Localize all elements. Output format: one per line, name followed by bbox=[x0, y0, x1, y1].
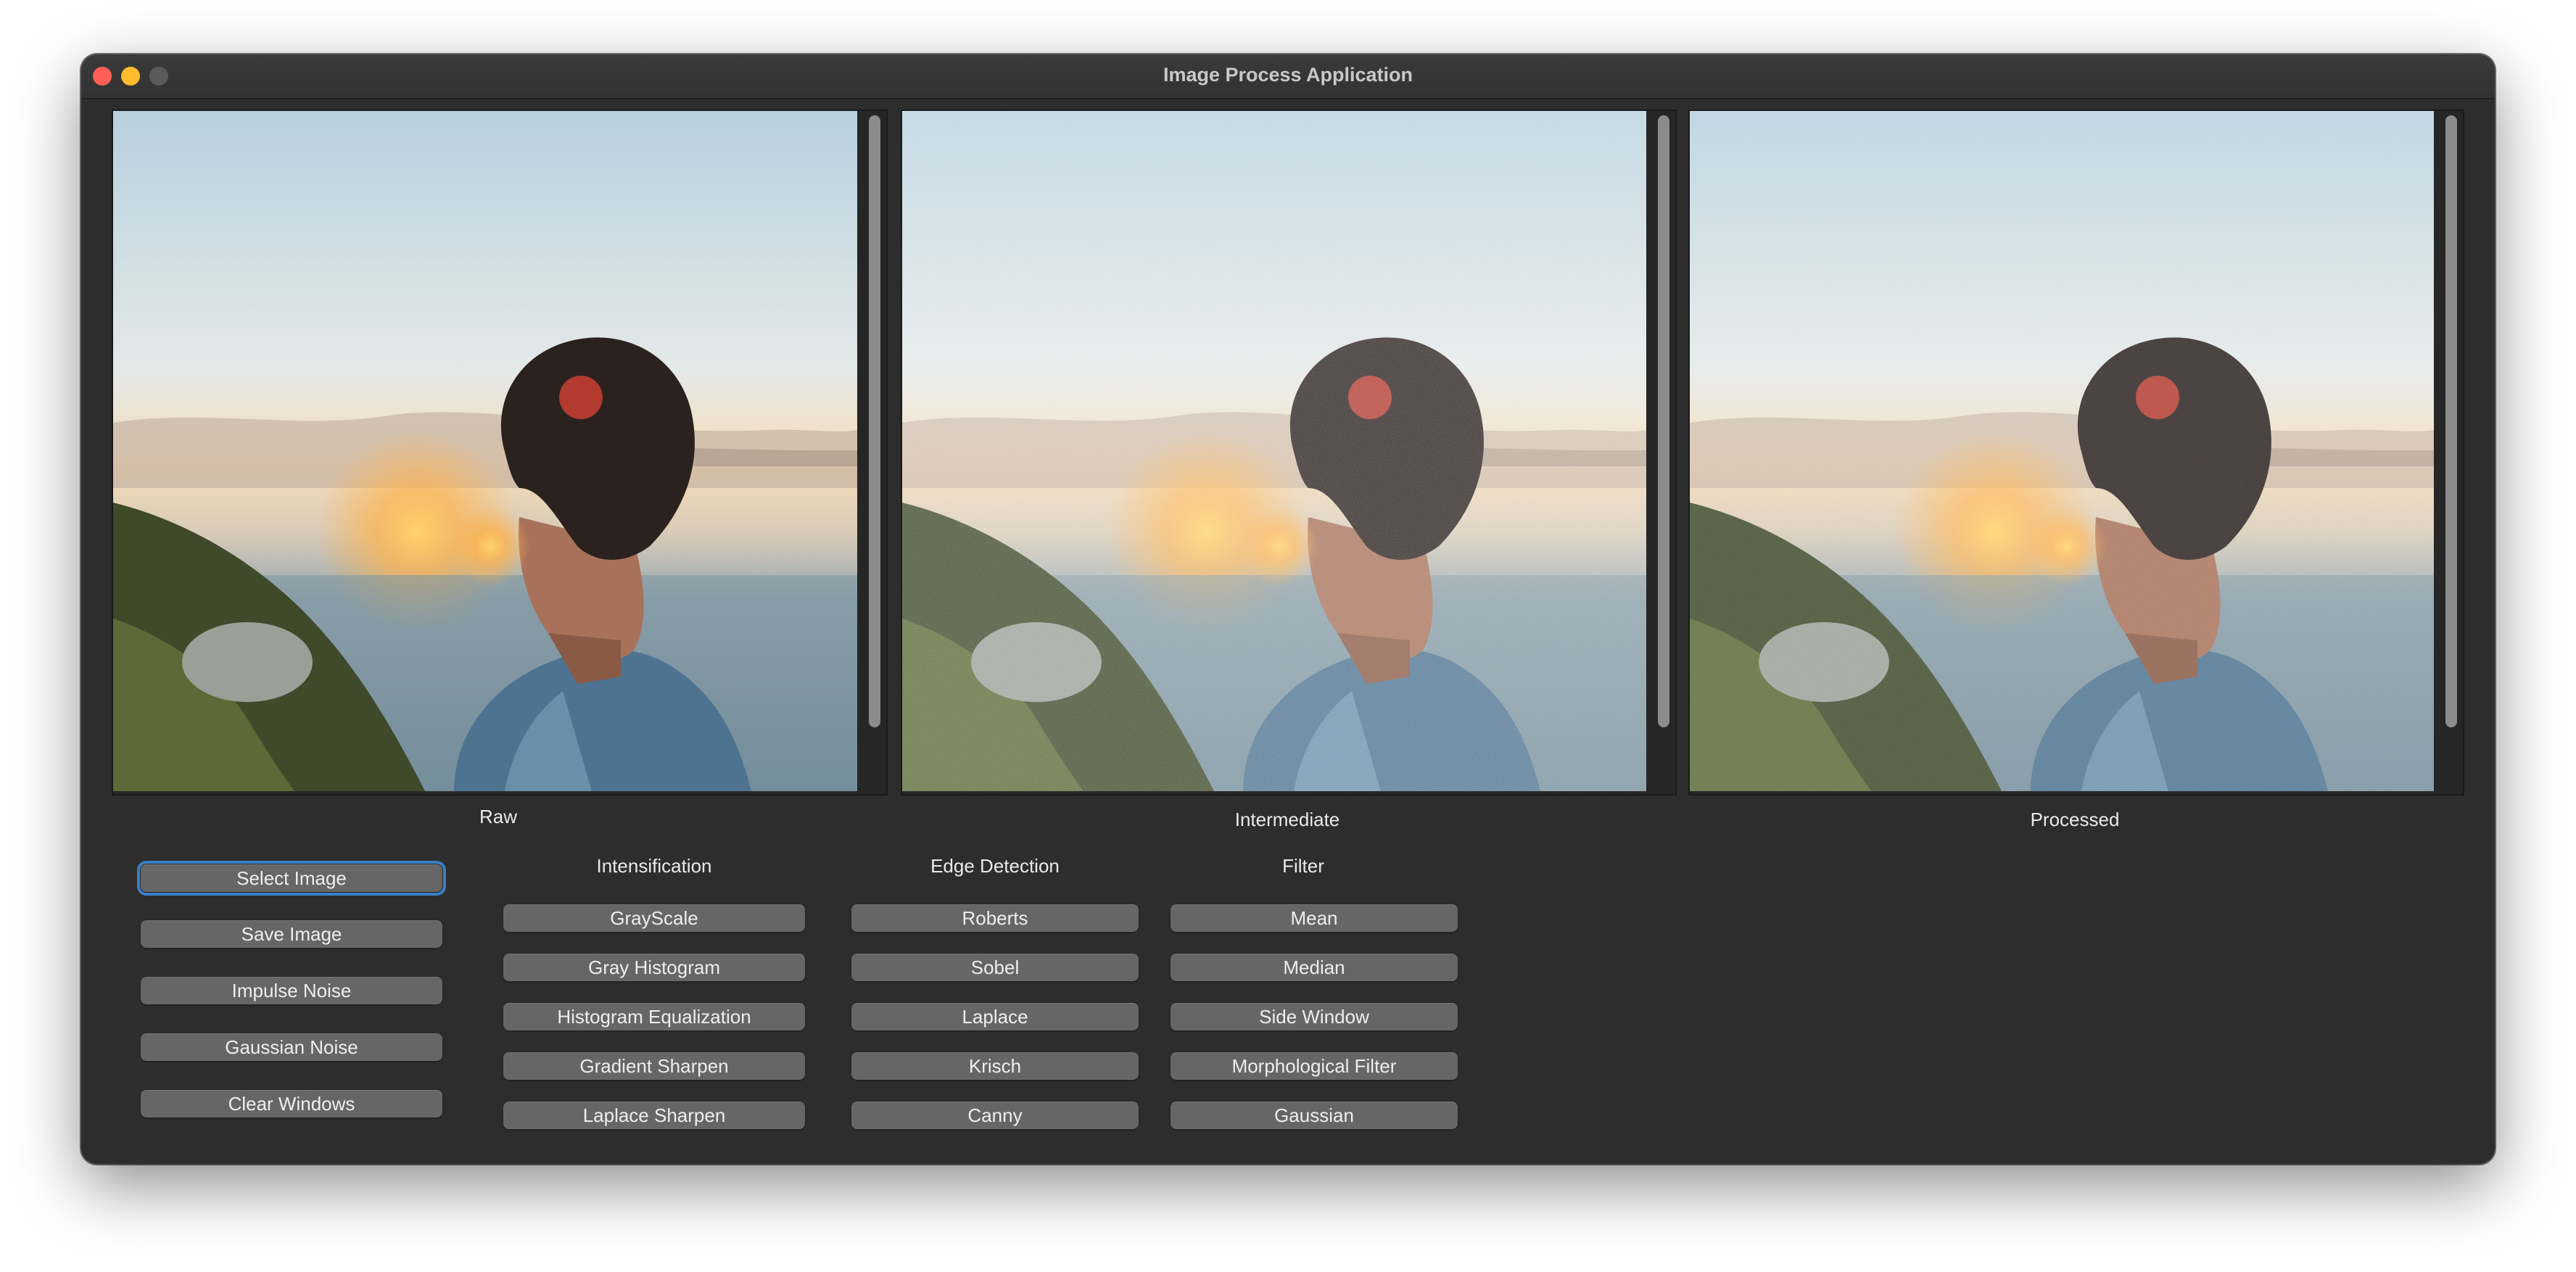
side-window-filter-button[interactable]: Side Window bbox=[1171, 1003, 1458, 1031]
histogram-equalization-button[interactable]: Histogram Equalization bbox=[503, 1003, 805, 1031]
roberts-button[interactable]: Roberts bbox=[851, 904, 1139, 932]
laplace-button[interactable]: Laplace bbox=[851, 1003, 1139, 1031]
impulse-noise-button[interactable]: Impulse Noise bbox=[141, 977, 442, 1004]
raw-panel-scrollbar[interactable] bbox=[869, 115, 880, 727]
processed-panel-scrollbar[interactable] bbox=[2445, 115, 2457, 727]
intensification-title: Intensification bbox=[596, 855, 712, 877]
median-filter-button[interactable]: Median bbox=[1171, 954, 1458, 981]
gaussian-filter-button[interactable]: Gaussian bbox=[1171, 1102, 1458, 1129]
title-bar: Image Process Application bbox=[81, 54, 2495, 99]
app-window: Image Process Application Raw Intermedia… bbox=[81, 54, 2495, 1164]
raw-photo bbox=[113, 111, 857, 791]
select-image-button[interactable]: Select Image bbox=[137, 861, 446, 896]
krisch-button[interactable]: Krisch bbox=[851, 1052, 1139, 1080]
noisy-photo bbox=[902, 111, 1646, 791]
sobel-button[interactable]: Sobel bbox=[851, 954, 1139, 981]
processed-photo bbox=[1690, 111, 2434, 791]
edge-detection-title: Edge Detection bbox=[930, 855, 1060, 877]
grayscale-button[interactable]: GrayScale bbox=[503, 904, 805, 932]
mean-filter-button[interactable]: Mean bbox=[1171, 904, 1458, 932]
intermediate-panel-scrollbar[interactable] bbox=[1658, 115, 1669, 727]
raw-panel-label: Raw bbox=[479, 806, 517, 827]
save-image-button[interactable]: Save Image bbox=[141, 920, 442, 948]
filter-title: Filter bbox=[1282, 855, 1324, 877]
gaussian-noise-button[interactable]: Gaussian Noise bbox=[141, 1033, 442, 1061]
gray-histogram-button[interactable]: Gray Histogram bbox=[503, 954, 805, 981]
processed-panel-label: Processed bbox=[2030, 809, 2120, 830]
gradient-sharpen-button[interactable]: Gradient Sharpen bbox=[503, 1052, 805, 1080]
raw-image-panel bbox=[112, 110, 888, 796]
processed-image-panel bbox=[1688, 110, 2464, 796]
intermediate-panel-label: Intermediate bbox=[1234, 809, 1340, 830]
intermediate-image-panel bbox=[901, 110, 1677, 796]
canny-button[interactable]: Canny bbox=[851, 1102, 1139, 1129]
laplace-sharpen-button[interactable]: Laplace Sharpen bbox=[503, 1102, 805, 1129]
clear-windows-button[interactable]: Clear Windows bbox=[141, 1090, 442, 1118]
morphological-filter-button[interactable]: Morphological Filter bbox=[1171, 1052, 1458, 1080]
window-title: Image Process Application bbox=[1163, 64, 1413, 86]
